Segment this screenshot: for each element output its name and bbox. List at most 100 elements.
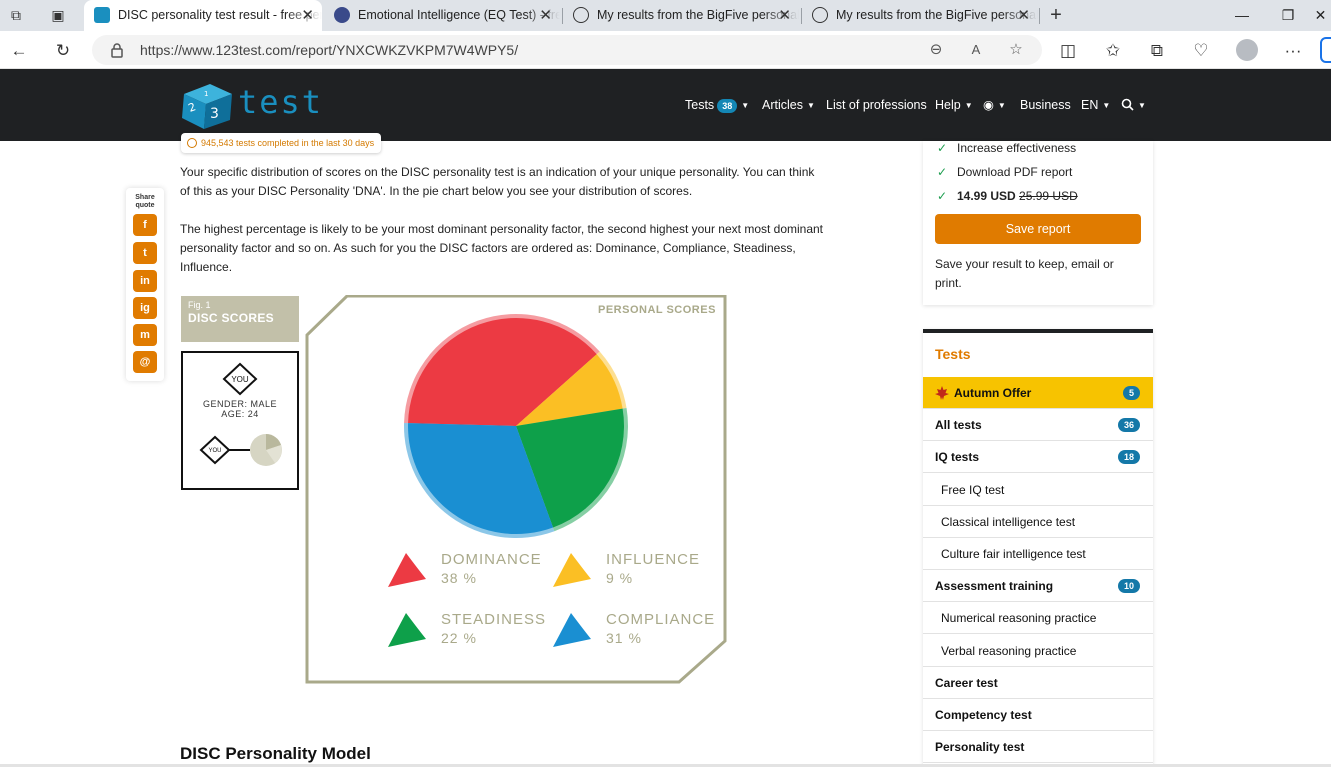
tab-actions-icon[interactable]: ▣ <box>50 7 66 23</box>
globe-icon <box>573 7 589 23</box>
tests-completed-badge: 945,543 tests completed in the last 30 d… <box>181 133 382 153</box>
zoom-out-icon[interactable]: ⊖ <box>925 39 947 61</box>
nav-tests[interactable]: Tests 38 ▼ <box>685 98 749 113</box>
tests-menu-item-label: Classical intelligence test <box>941 514 1076 529</box>
nav-business[interactable]: Business <box>1020 98 1071 112</box>
copilot-icon[interactable] <box>1320 37 1331 63</box>
nav-articles[interactable]: Articles ▼ <box>762 98 815 113</box>
tests-count-badge: 18 <box>1117 450 1140 465</box>
legend-compliance-value: 31 % <box>606 630 642 646</box>
123test-logo-cube-icon[interactable]: 2 3 1 <box>180 82 234 130</box>
nav-professions[interactable]: List of professions <box>826 98 927 112</box>
nav-language[interactable]: EN ▼ <box>1081 98 1110 113</box>
browser-tab-bigfive-1[interactable]: My results from the BigFive personality … <box>563 0 799 31</box>
tests-menu-item-label: Career test <box>935 675 998 690</box>
refresh-icon[interactable]: ↻ <box>52 40 74 62</box>
browser-tab-bigfive-2[interactable]: My results from the BigFive personality … <box>802 0 1038 31</box>
tests-menu-item-label: Personality test <box>935 740 1025 755</box>
figure-header: Fig. 1 DISC SCORES <box>181 296 299 342</box>
tab-title: DISC personality test result - free pers… <box>118 8 322 22</box>
chevron-down-icon: ▼ <box>1102 101 1111 110</box>
chevron-down-icon: ▼ <box>806 101 815 110</box>
tests-menu-item-label: All tests <box>935 418 982 433</box>
123test-favicon-icon <box>94 7 110 23</box>
check-icon: ✓ <box>937 165 948 179</box>
close-tab-icon[interactable]: ✕ <box>778 0 791 31</box>
favorites-icon[interactable]: ✩ <box>1102 40 1124 62</box>
tests-menu-item[interactable]: Culture fair intelligence test <box>923 538 1153 570</box>
tests-menu-title: Tests <box>935 346 971 362</box>
logo-text[interactable]: test <box>238 83 323 121</box>
you-label-bottom: YOU <box>208 448 221 454</box>
browser-essentials-icon[interactable]: ♡ <box>1190 40 1212 62</box>
split-screen-icon[interactable]: ◫ <box>1057 40 1079 62</box>
tests-menu-item[interactable]: All tests 36 <box>923 409 1153 442</box>
nav-tests-label: Tests <box>685 98 715 112</box>
tests-menu-item[interactable]: Numerical reasoning practice <box>923 602 1153 635</box>
tests-menu-item[interactable]: Autumn Offer 5 <box>923 377 1153 409</box>
profile-avatar[interactable] <box>1236 39 1258 61</box>
collections-icon[interactable]: ⧉ <box>1146 40 1168 62</box>
tests-menu-item-label: Verbal reasoning practice <box>941 643 1077 658</box>
save-report-button[interactable]: Save report <box>935 214 1141 244</box>
minimize-icon[interactable]: — <box>1219 0 1265 31</box>
tests-menu-item[interactable]: Classical intelligence test <box>923 506 1153 538</box>
linkedin-share-icon[interactable]: in <box>133 270 157 292</box>
tests-menu-item[interactable]: IQ tests 18 <box>923 441 1153 474</box>
twitter-share-icon[interactable]: t <box>133 242 157 264</box>
feature-label: Download PDF report <box>957 165 1073 179</box>
tests-menu-item[interactable]: Free IQ test <box>923 474 1153 506</box>
figure-title: DISC SCORES <box>188 311 274 325</box>
browser-tab-eq[interactable]: Emotional Intelligence (EQ Test) - free … <box>324 0 560 31</box>
section-title: DISC Personality Model <box>180 744 371 763</box>
browser-tab-disc[interactable]: DISC personality test result - free pers… <box>84 0 322 31</box>
restore-icon[interactable]: ❐ <box>1265 0 1311 31</box>
close-tab-icon[interactable]: ✕ <box>1017 0 1030 31</box>
tab-title: My results from the BigFive personality … <box>836 8 1038 22</box>
chevron-down-icon: ▼ <box>741 101 750 110</box>
address-bar[interactable]: https://www.123test.com/report/YNXCWKZVK… <box>92 35 1042 65</box>
intro-paragraph: Your specific distribution of scores on … <box>180 165 815 198</box>
tests-menu-item-label: Assessment training <box>935 579 1054 594</box>
gender-age-text: GENDER: MALE AGE: 24 <box>183 399 297 419</box>
close-tab-icon[interactable]: ✕ <box>301 0 314 31</box>
tests-menu-item[interactable]: Verbal reasoning practice <box>923 635 1153 667</box>
gender-text: GENDER: MALE <box>202 399 277 409</box>
messenger-share-icon[interactable]: m <box>133 324 157 346</box>
tests-menu-item[interactable]: Assessment training 10 <box>923 570 1153 603</box>
more-menu-icon[interactable]: ··· <box>1282 40 1304 62</box>
favorite-star-icon[interactable]: ☆ <box>1005 39 1027 61</box>
nav-tests-count-badge: 38 <box>717 99 738 113</box>
search-icon <box>1121 98 1134 111</box>
facebook-share-icon[interactable]: f <box>133 214 157 236</box>
close-window-icon[interactable]: ✕ <box>1310 0 1331 31</box>
new-tab-icon[interactable]: + <box>1048 5 1064 25</box>
legend-compliance-name: COMPLIANCE <box>606 611 716 628</box>
email-share-icon[interactable]: @ <box>133 351 157 373</box>
user-icon: ◉ <box>983 98 994 112</box>
instagram-share-icon[interactable]: ig <box>133 297 157 319</box>
workspaces-icon[interactable]: ⧉ <box>8 7 24 23</box>
save-report-box: ✓ Increase effectiveness ✓ Download PDF … <box>923 141 1153 305</box>
tests-menu: Tests Autumn Offer 5 All tests 36 IQ tests 18… <box>923 329 1153 767</box>
tests-count-badge: 36 <box>1117 418 1140 433</box>
close-tab-icon[interactable]: ✕ <box>539 0 552 31</box>
url-text[interactable]: https://www.123test.com/report/YNXCWKZVK… <box>140 35 518 65</box>
back-icon[interactable]: ← <box>8 40 30 62</box>
tests-menu-item[interactable]: Competency test <box>923 699 1153 731</box>
chevron-down-icon: ▼ <box>1138 101 1146 110</box>
legend-steadiness-name: STEADINESS <box>441 611 547 628</box>
tests-menu-item[interactable]: Personality test <box>923 731 1153 764</box>
feature-price: ✓ 14.99 USD 25.99 USD <box>937 189 1078 203</box>
legend-steadiness-value: 22 % <box>441 630 477 646</box>
browser-toolbar: ← ↻ https://www.123test.com/report/YNXCW… <box>0 31 1331 69</box>
browser-tabstrip: ⧉ ▣ DISC personality test result - free … <box>0 0 1331 31</box>
order-paragraph: The highest percentage is likely to be y… <box>180 222 824 274</box>
tests-menu-item[interactable]: Career test <box>923 667 1153 699</box>
tests-menu-item-label: IQ tests <box>935 450 980 465</box>
nav-help[interactable]: Help ▼ <box>935 98 973 113</box>
read-aloud-icon[interactable]: A <box>965 39 987 61</box>
globe-icon <box>812 7 828 23</box>
nav-search[interactable]: ▼ <box>1121 98 1146 113</box>
nav-account[interactable]: ◉ ▼ <box>983 98 1006 113</box>
